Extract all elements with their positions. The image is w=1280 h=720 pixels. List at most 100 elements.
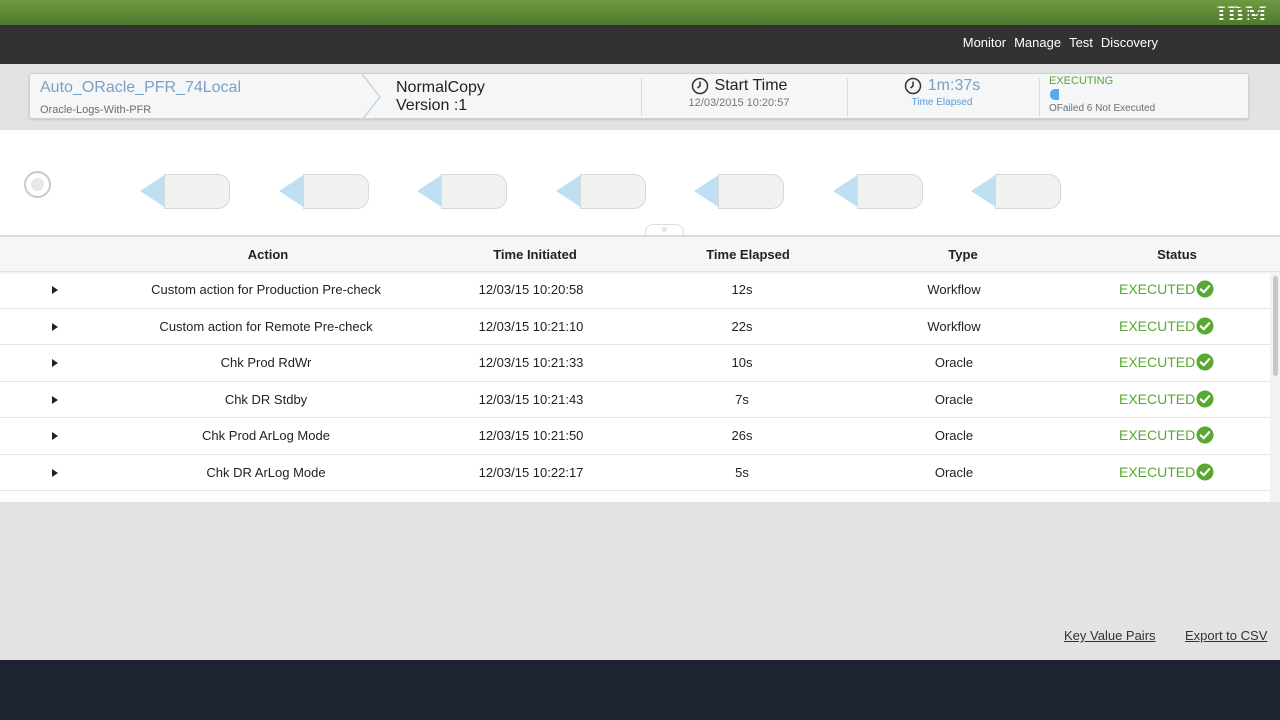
table-row[interactable]: Chk Prod RdWr 12/03/15 10:21:33 10s Oracle E… bbox=[0, 345, 1270, 382]
nav-bar: Monitor Manage Test Discovery bbox=[0, 25, 1280, 64]
elapsed-block: 1m:37s Time Elapsed bbox=[890, 77, 994, 108]
elapsed-value: 1m:37s bbox=[927, 77, 981, 94]
status-cell: EXECUTED bbox=[1119, 463, 1214, 481]
step-arrow-icon bbox=[417, 174, 443, 208]
summary-area: Auto_ORacle_PFR_74Local Oracle-Logs-With… bbox=[0, 64, 1280, 130]
check-circle-icon bbox=[1196, 353, 1214, 371]
status-text: EXECUTED bbox=[1119, 390, 1196, 407]
col-time-elapsed[interactable]: Time Elapsed bbox=[706, 247, 790, 262]
step-arrow-icon bbox=[971, 174, 997, 208]
step-arrow-icon bbox=[140, 174, 166, 208]
workflow-step[interactable] bbox=[832, 174, 925, 209]
expand-arrow-icon[interactable] bbox=[52, 468, 58, 477]
workflow-step[interactable] bbox=[694, 174, 786, 209]
nav-discovery[interactable]: Discovery bbox=[1101, 35, 1158, 50]
copy-version: Version :1 bbox=[396, 97, 468, 114]
cell-type: Workflow bbox=[927, 318, 981, 334]
elapsed-label: Time Elapsed bbox=[911, 97, 973, 108]
step-body bbox=[441, 174, 507, 209]
status-text: EXECUTED bbox=[1119, 427, 1196, 443]
nav-test[interactable]: Test bbox=[1069, 35, 1093, 50]
top-banner: IBM bbox=[0, 0, 1280, 26]
table-scrollbar[interactable] bbox=[1270, 272, 1280, 502]
check-circle-icon bbox=[1196, 426, 1214, 444]
cell-time-elapsed: 12s bbox=[731, 282, 753, 297]
subsystem-subname: Oracle-Logs-With-PFR bbox=[40, 104, 152, 116]
col-action[interactable]: Action bbox=[248, 247, 288, 262]
table-row[interactable]: Chk DR Stdby 12/03/15 10:21:43 7s Oracle EXE… bbox=[0, 382, 1270, 418]
cell-action: Custom action for Remote Pre-check bbox=[159, 318, 373, 334]
scroll-thumb[interactable] bbox=[1273, 276, 1278, 376]
key-value-pairs-link[interactable]: Key Value Pairs bbox=[1064, 628, 1156, 643]
status-detail: OFailed 6 Not Executed bbox=[1049, 103, 1156, 114]
cell-time-initiated: 12/03/15 10:20:58 bbox=[478, 282, 584, 297]
progress-indicator bbox=[1050, 89, 1059, 100]
step-arrow-icon bbox=[278, 174, 305, 208]
clock-icon bbox=[904, 77, 922, 95]
status-cell: EXECUTED bbox=[1119, 426, 1214, 444]
step-body bbox=[164, 174, 230, 209]
nav-manage[interactable]: Manage bbox=[1014, 35, 1061, 50]
workflow-step[interactable] bbox=[278, 174, 371, 209]
workflow-step[interactable] bbox=[971, 174, 1063, 209]
workflow-panel: = bbox=[0, 130, 1280, 238]
cell-time-elapsed: 22s bbox=[731, 318, 753, 334]
step-body bbox=[718, 174, 784, 209]
cell-action: Chk Prod ArLog Mode bbox=[202, 428, 330, 443]
status-cell: EXECUTED bbox=[1119, 390, 1214, 408]
cell-time-initiated: 12/03/15 10:21:10 bbox=[478, 318, 584, 334]
expand-arrow-icon[interactable] bbox=[52, 286, 58, 294]
col-status[interactable]: Status bbox=[1157, 247, 1197, 262]
cell-time-initiated: 12/03/15 10:22:17 bbox=[478, 464, 584, 480]
cell-type: Oracle bbox=[934, 355, 974, 370]
step-body bbox=[856, 174, 923, 209]
cell-time-initiated: 12/03/15 10:21:43 bbox=[478, 391, 584, 407]
workflow-step[interactable] bbox=[140, 174, 232, 209]
start-time-block: Start Time 12/03/2015 10:20:57 bbox=[674, 77, 804, 109]
check-circle-icon bbox=[1196, 463, 1214, 480]
nav-links: Monitor Manage Test Discovery bbox=[963, 35, 1158, 50]
expand-arrow-icon[interactable] bbox=[52, 432, 58, 440]
subsystem-name[interactable]: Auto_ORacle_PFR_74Local bbox=[40, 79, 241, 97]
actions-table: Action Time Initiated Time Elapsed Type … bbox=[0, 235, 1280, 502]
execution-status: EXECUTING OFailed 6 Not Executed bbox=[1049, 75, 1155, 114]
clock-icon bbox=[691, 77, 708, 95]
table-row[interactable]: Custom action for Remote Pre-check 12/03/… bbox=[0, 309, 1270, 345]
expand-arrow-icon[interactable] bbox=[52, 395, 58, 404]
divider bbox=[1039, 78, 1040, 116]
table-row[interactable]: Custom action for Production Pre-check 12… bbox=[0, 272, 1270, 309]
cell-action: Chk DR ArLog Mode bbox=[206, 464, 326, 480]
expand-arrow-icon[interactable] bbox=[52, 359, 58, 367]
workflow-start-node[interactable] bbox=[24, 171, 51, 198]
workflow-step[interactable] bbox=[417, 174, 509, 209]
nav-monitor[interactable]: Monitor bbox=[963, 35, 1006, 50]
status-text: EXECUTED bbox=[1119, 354, 1196, 370]
cell-time-initiated: 12/03/15 10:21:33 bbox=[478, 355, 584, 370]
status-text: EXECUTED bbox=[1119, 317, 1196, 334]
check-circle-icon bbox=[1196, 317, 1214, 334]
check-circle-icon bbox=[1196, 390, 1214, 407]
cell-action: Custom action for Production Pre-check bbox=[151, 282, 381, 297]
status-cell: EXECUTED bbox=[1119, 280, 1214, 298]
expand-arrow-icon[interactable] bbox=[52, 322, 58, 331]
start-time-label: Start Time bbox=[714, 77, 788, 94]
status-text: EXECUTED bbox=[1119, 463, 1196, 480]
col-type[interactable]: Type bbox=[948, 247, 977, 262]
cell-action: Chk Prod RdWr bbox=[220, 355, 312, 370]
copy-info: NormalCopy Version :1 bbox=[396, 79, 485, 115]
workflow-step[interactable] bbox=[555, 174, 648, 209]
cell-type: Oracle bbox=[934, 391, 974, 407]
check-circle-icon bbox=[1196, 280, 1214, 298]
export-csv-link[interactable]: Export to CSV bbox=[1185, 628, 1267, 643]
table-header: Action Time Initiated Time Elapsed Type … bbox=[0, 237, 1280, 272]
cell-time-elapsed: 10s bbox=[731, 355, 753, 370]
bottom-area: Key Value Pairs Export to CSV bbox=[0, 502, 1280, 660]
table-body: Custom action for Production Pre-check 12… bbox=[0, 272, 1270, 502]
divider bbox=[847, 78, 848, 116]
table-row[interactable]: Chk DR ArLog Mode 12/03/15 10:22:17 5s Orac… bbox=[0, 455, 1270, 491]
divider bbox=[641, 78, 642, 116]
cell-time-elapsed: 26s bbox=[731, 428, 753, 443]
step-arrow-icon bbox=[555, 174, 582, 208]
table-row[interactable]: Chk Prod ArLog Mode 12/03/15 10:21:50 26s O… bbox=[0, 418, 1270, 455]
col-time-initiated[interactable]: Time Initiated bbox=[493, 247, 577, 262]
